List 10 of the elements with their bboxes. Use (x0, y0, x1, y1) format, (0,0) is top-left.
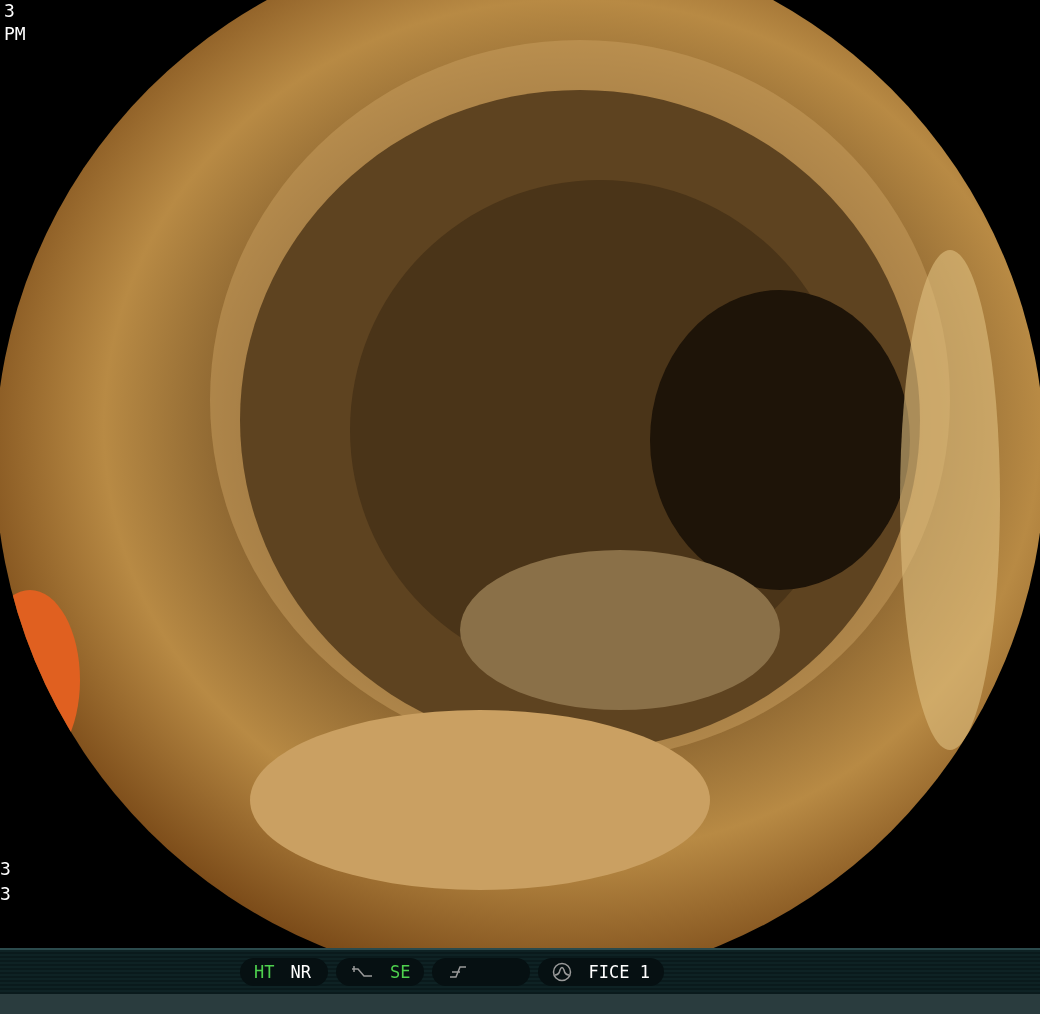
wave-icon (552, 962, 573, 982)
overlay-text: 3 (0, 883, 11, 904)
indicator-label: NR (290, 962, 311, 982)
curve-icon (350, 965, 374, 979)
overlay-text: 3 (0, 858, 11, 879)
indicator-label: FICE 1 (588, 962, 650, 982)
overlay-text: 3 (4, 0, 16, 21)
overlay-text: PM (4, 23, 26, 44)
indicator-label: HT (254, 962, 275, 982)
indicator-label: SE (390, 962, 411, 982)
